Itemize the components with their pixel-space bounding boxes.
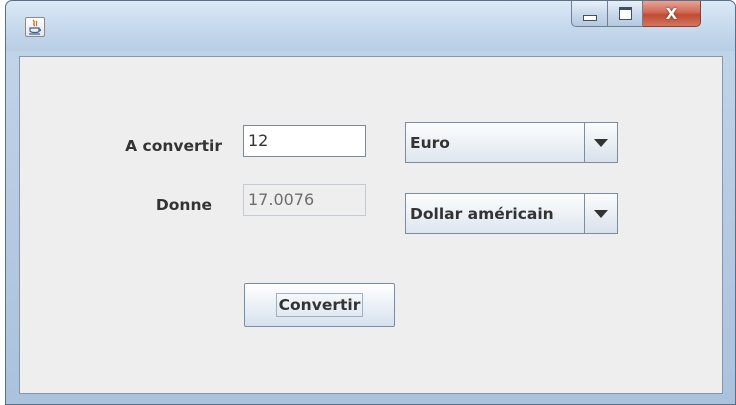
- from-currency-value: Euro: [410, 134, 450, 152]
- dropdown-arrow-icon: [594, 209, 608, 218]
- result-field: 17.0076: [243, 184, 366, 216]
- maximize-button[interactable]: [608, 1, 643, 27]
- minimize-icon: [582, 14, 597, 21]
- to-currency-select[interactable]: Dollar américain: [405, 193, 618, 234]
- close-button[interactable]: X: [643, 1, 701, 27]
- app-window: X A convertir 12 Euro Donne 17.0076 Doll…: [5, 0, 736, 405]
- java-icon[interactable]: [25, 17, 45, 37]
- close-icon: X: [665, 4, 678, 23]
- window-controls: X: [571, 1, 701, 27]
- maximize-icon: [618, 7, 632, 20]
- convert-button-label: Convertir: [275, 293, 364, 317]
- to-currency-value: Dollar américain: [410, 205, 554, 223]
- result-label: Donne: [155, 196, 212, 214]
- title-bar[interactable]: X: [6, 1, 735, 51]
- amount-label: A convertir: [125, 137, 222, 155]
- dropdown-arrow-icon: [594, 138, 608, 147]
- content-panel: A convertir 12 Euro Donne 17.0076 Dollar…: [19, 56, 723, 394]
- convert-button[interactable]: Convertir: [244, 283, 395, 327]
- from-currency-select[interactable]: Euro: [405, 122, 618, 163]
- amount-input[interactable]: 12: [243, 125, 366, 157]
- from-currency-dropdown-button[interactable]: [584, 123, 617, 162]
- to-currency-dropdown-button[interactable]: [584, 194, 617, 233]
- minimize-button[interactable]: [571, 1, 608, 27]
